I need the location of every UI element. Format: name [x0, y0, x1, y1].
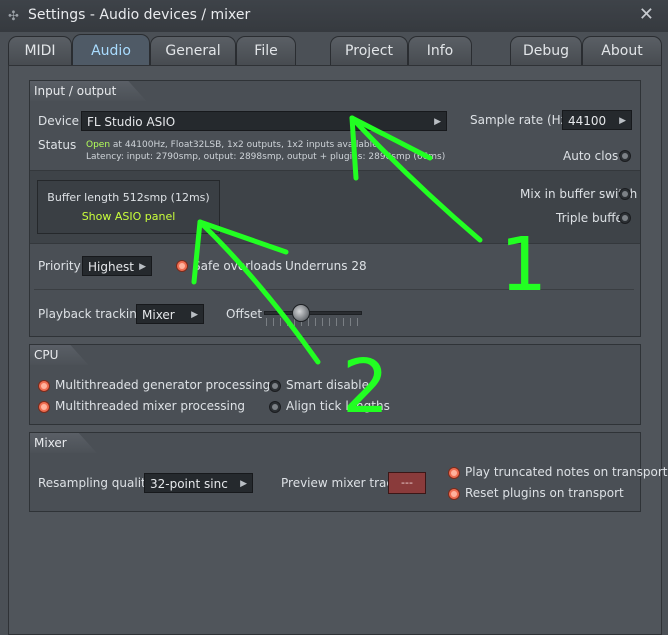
- input-output-header: Input / output: [30, 81, 146, 101]
- auto-close-toggle[interactable]: [619, 150, 631, 162]
- priority-value: Highest: [88, 260, 134, 274]
- safe-overloads-label: Safe overloads: [193, 259, 283, 273]
- tab-midi[interactable]: MIDI: [8, 36, 72, 66]
- mixer-section: Mixer Resampling quality 32-point sinc ▶…: [29, 432, 667, 512]
- window-title: Settings - Audio devices / mixer: [28, 7, 251, 23]
- smart-disable-toggle[interactable]: [269, 380, 281, 392]
- cpu-header: CPU: [30, 345, 88, 365]
- priority-label: Priority: [38, 259, 81, 273]
- tab-general[interactable]: General: [150, 36, 236, 66]
- playback-tracking-value: Mixer: [142, 308, 175, 322]
- tab-bar: MIDI Audio General File Project Info Deb…: [0, 32, 668, 67]
- buffer-length: Buffer length 512smp (12ms): [47, 191, 210, 204]
- device-label: Device: [38, 114, 80, 128]
- tab-project[interactable]: Project: [330, 36, 408, 66]
- device-dropdown[interactable]: FL Studio ASIO ▶: [81, 111, 447, 131]
- reset-plugins-label: Reset plugins on transport: [465, 486, 624, 500]
- status-line-1: Open at 44100Hz, Float32LSB, 1x2 outputs…: [86, 140, 378, 150]
- preview-mixer-track-selector[interactable]: ---: [388, 472, 426, 494]
- mixer-header: Mixer: [30, 433, 97, 453]
- status-line-2: Latency: input: 2790smp, output: 2898smp…: [86, 152, 446, 162]
- offset-slider-knob[interactable]: [292, 304, 310, 322]
- sample-rate-value: 44100: [568, 114, 607, 128]
- input-output-section: Input / output Device FL Studio ASIO ▶ S…: [29, 80, 641, 337]
- device-value: FL Studio ASIO: [87, 115, 176, 129]
- play-truncated-notes-label: Play truncated notes on transport: [465, 465, 668, 479]
- tab-debug[interactable]: Debug: [510, 36, 582, 66]
- smart-disable-label: Smart disable: [286, 378, 370, 392]
- triple-buffer-label: Triple buffer: [556, 211, 628, 225]
- safe-overloads-toggle[interactable]: [176, 260, 188, 272]
- preview-mixer-track-label: Preview mixer track: [281, 476, 400, 490]
- caret-right-icon: ▶: [434, 117, 441, 127]
- offset-label: Offset: [226, 307, 263, 321]
- status-line-1-rest: at 44100Hz, Float32LSB, 1x2 outputs, 1x2…: [110, 140, 378, 150]
- title-bar: ✣ Settings - Audio devices / mixer ✕: [0, 0, 668, 32]
- buffer-box[interactable]: Buffer length 512smp (12ms) Show ASIO pa…: [37, 180, 220, 234]
- sample-rate-dropdown[interactable]: 44100 ▶: [562, 110, 632, 130]
- playback-tracking-dropdown[interactable]: Mixer ▶: [136, 304, 204, 324]
- offset-slider[interactable]: [264, 301, 362, 327]
- mix-in-buffer-toggle[interactable]: [619, 188, 631, 200]
- tab-about[interactable]: About: [582, 36, 662, 66]
- multithreaded-mixer-toggle[interactable]: [38, 401, 50, 413]
- reset-plugins-toggle[interactable]: [448, 488, 460, 500]
- divider: [34, 289, 634, 290]
- sample-rate-label: Sample rate (Hz): [470, 113, 572, 127]
- play-truncated-notes-toggle[interactable]: [448, 467, 460, 479]
- underruns-count: Underruns 28: [285, 259, 367, 273]
- close-icon[interactable]: ✕: [639, 4, 654, 25]
- status-label: Status: [38, 138, 77, 152]
- caret-right-icon: ▶: [191, 310, 198, 320]
- caret-right-icon: ▶: [240, 479, 247, 489]
- triple-buffer-toggle[interactable]: [619, 212, 631, 224]
- multithreaded-generator-toggle[interactable]: [38, 380, 50, 392]
- offset-slider-ticks: [266, 318, 360, 326]
- caret-right-icon: ▶: [619, 116, 626, 126]
- resampling-quality-label: Resampling quality: [38, 476, 153, 490]
- show-asio-panel-link[interactable]: Show ASIO panel: [38, 210, 219, 223]
- align-tick-lengths-toggle[interactable]: [269, 401, 281, 413]
- tab-file[interactable]: File: [236, 36, 296, 66]
- status-open: Open: [86, 140, 111, 150]
- align-tick-lengths-label: Align tick lengths: [286, 399, 390, 413]
- resampling-quality-dropdown[interactable]: 32-point sinc ▶: [144, 473, 253, 493]
- settings-body: Input / output Device FL Studio ASIO ▶ S…: [8, 65, 667, 635]
- multithreaded-mixer-label: Multithreaded mixer processing: [55, 399, 246, 413]
- priority-dropdown[interactable]: Highest ▶: [82, 256, 152, 276]
- cpu-section: CPU Multithreaded generator processing M…: [29, 344, 641, 425]
- auto-close-label: Auto close: [563, 149, 626, 163]
- multithreaded-generator-label: Multithreaded generator processing: [55, 378, 271, 392]
- tab-audio[interactable]: Audio: [72, 34, 150, 67]
- window-menu-icon[interactable]: ✣: [8, 9, 19, 24]
- caret-right-icon: ▶: [139, 262, 146, 272]
- resampling-quality-value: 32-point sinc: [150, 477, 228, 491]
- playback-tracking-label: Playback tracking: [38, 307, 145, 321]
- tab-info[interactable]: Info: [408, 36, 472, 66]
- offset-slider-track: [264, 311, 362, 315]
